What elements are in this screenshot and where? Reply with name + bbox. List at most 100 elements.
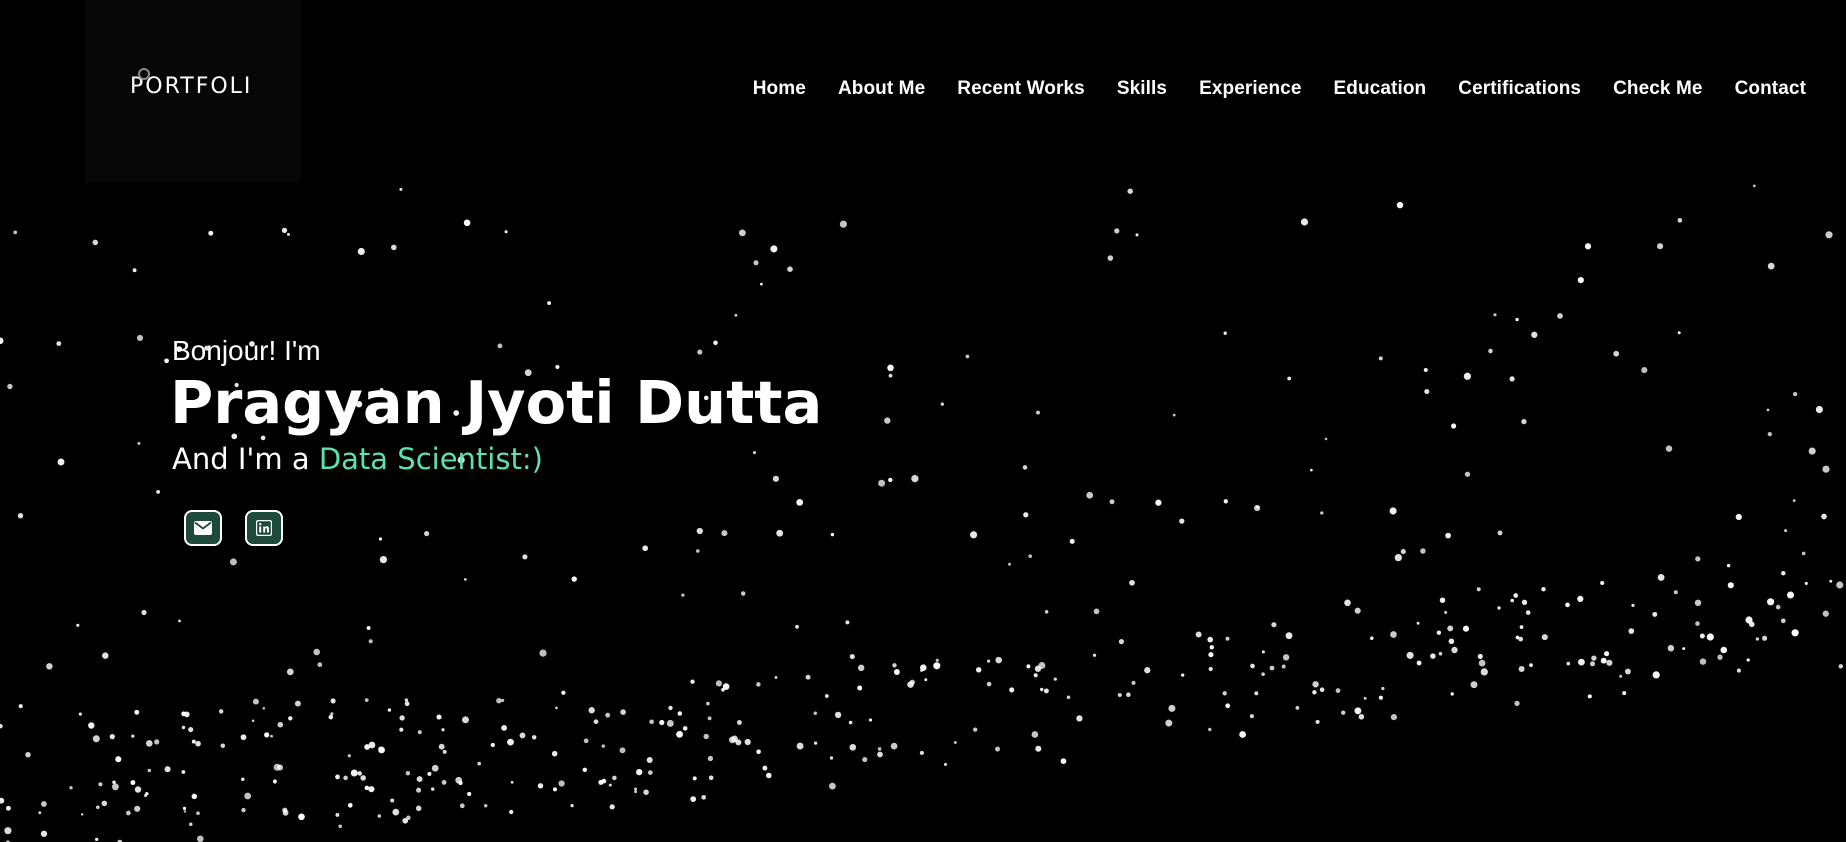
particle xyxy=(1207,636,1214,643)
particle xyxy=(740,591,746,596)
particle xyxy=(392,808,400,816)
nav-item-experience[interactable]: Experience xyxy=(1199,78,1301,100)
particle xyxy=(558,780,565,787)
particle xyxy=(496,697,502,704)
particle xyxy=(760,282,763,286)
particle xyxy=(588,707,595,714)
particle xyxy=(1445,532,1451,539)
particle xyxy=(1324,437,1328,441)
particle xyxy=(634,790,638,794)
particle xyxy=(849,654,855,660)
email-button[interactable] xyxy=(184,510,222,546)
particle xyxy=(431,764,439,772)
particle xyxy=(1766,408,1770,412)
particle xyxy=(1109,499,1115,505)
nav-item-contact[interactable]: Contact xyxy=(1735,78,1806,100)
particle xyxy=(1320,511,1324,515)
particle xyxy=(553,787,557,792)
particle xyxy=(1786,591,1795,599)
particle xyxy=(1509,376,1515,382)
particle xyxy=(115,756,122,763)
particle xyxy=(1493,313,1497,317)
particle xyxy=(126,810,131,816)
particle xyxy=(1497,606,1501,610)
particle xyxy=(995,746,1000,752)
particle xyxy=(1566,661,1571,666)
particle xyxy=(1114,228,1120,234)
particle xyxy=(1144,667,1151,674)
particle xyxy=(1040,687,1044,692)
particle xyxy=(676,730,684,738)
particle xyxy=(690,796,697,802)
brand-logo[interactable]: PORTFOLI xyxy=(130,76,252,98)
particle xyxy=(940,402,944,406)
particle xyxy=(1282,654,1290,661)
particle xyxy=(1521,599,1528,605)
particle xyxy=(0,797,5,804)
linkedin-icon xyxy=(256,520,272,536)
particle xyxy=(1762,635,1768,641)
particle xyxy=(335,774,340,780)
particle xyxy=(1699,633,1705,639)
particle xyxy=(7,383,13,390)
nav-item-recent-works[interactable]: Recent Works xyxy=(957,78,1085,100)
nav-item-education[interactable]: Education xyxy=(1334,78,1427,100)
particle xyxy=(522,554,528,560)
particle xyxy=(888,477,893,483)
particle xyxy=(1781,570,1786,576)
particle xyxy=(1780,618,1786,624)
particle xyxy=(878,479,886,487)
particle xyxy=(178,619,181,623)
particle xyxy=(1416,621,1420,625)
nav-item-check-me[interactable]: Check Me xyxy=(1613,78,1703,100)
nav-item-skills[interactable]: Skills xyxy=(1117,78,1167,100)
particle xyxy=(368,786,375,793)
particle xyxy=(1390,631,1397,638)
particle xyxy=(909,679,915,685)
particle xyxy=(459,803,465,809)
particle xyxy=(379,555,388,564)
particle xyxy=(706,701,710,706)
linkedin-button[interactable] xyxy=(245,510,283,546)
particle xyxy=(1135,233,1139,237)
particle xyxy=(666,719,674,727)
particle xyxy=(1076,715,1083,722)
particle xyxy=(933,662,941,670)
particle xyxy=(1518,666,1525,672)
nav-item-about-me[interactable]: About Me xyxy=(838,78,925,100)
particle xyxy=(814,741,818,745)
particle xyxy=(1518,636,1524,642)
particle xyxy=(191,793,198,800)
particle xyxy=(715,680,722,687)
particle xyxy=(145,740,153,747)
particle xyxy=(1165,719,1173,727)
particle xyxy=(264,732,270,738)
particle xyxy=(1424,388,1430,395)
particle xyxy=(1444,610,1448,614)
particle xyxy=(1131,680,1136,685)
particle xyxy=(776,529,784,537)
particle xyxy=(1053,677,1057,681)
nav-item-certifications[interactable]: Certifications xyxy=(1458,78,1581,100)
particle xyxy=(636,768,643,776)
particle xyxy=(893,669,900,675)
particle xyxy=(1295,706,1300,710)
particle xyxy=(13,230,18,235)
hero-role-highlight: Data Scientist:) xyxy=(318,442,543,476)
particle xyxy=(1222,691,1227,696)
particle xyxy=(824,694,829,698)
particle xyxy=(404,698,409,702)
hero-greeting: Bonjour! I'm xyxy=(172,335,321,366)
particle xyxy=(1736,668,1741,673)
particle xyxy=(507,738,514,746)
particle xyxy=(892,663,897,668)
nav-item-home[interactable]: Home xyxy=(753,78,806,100)
particle xyxy=(364,785,370,791)
particle xyxy=(1450,692,1454,696)
particle xyxy=(298,813,305,821)
particle xyxy=(975,667,982,673)
mail-icon xyxy=(194,521,212,535)
particle xyxy=(555,706,558,710)
particle xyxy=(1604,651,1610,657)
particle xyxy=(609,804,615,810)
